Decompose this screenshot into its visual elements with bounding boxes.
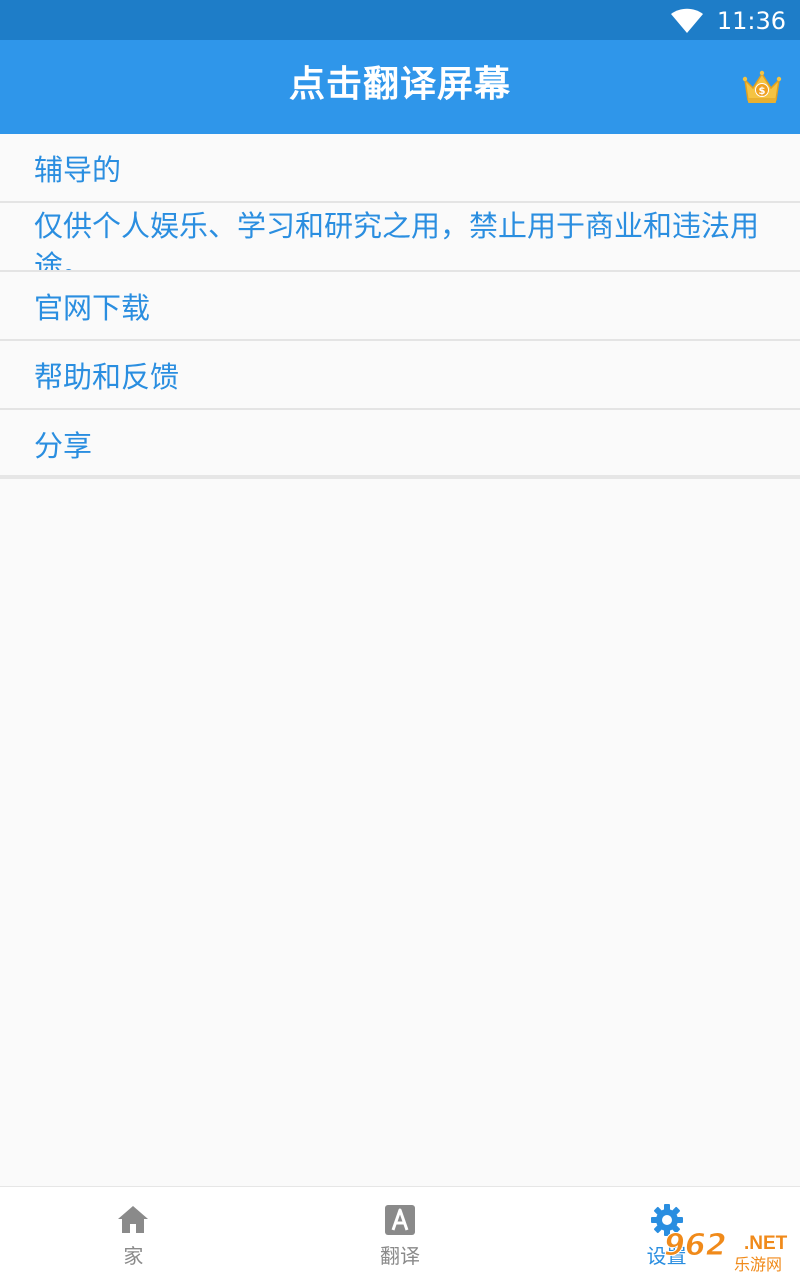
wifi-icon — [671, 8, 703, 33]
watermark-suffix: .NET — [744, 1233, 788, 1254]
status-bar: 11:36 — [0, 0, 800, 40]
vip-button[interactable]: $ — [742, 70, 782, 106]
page-title: 点击翻译屏幕 — [288, 64, 511, 105]
nav-label-translate: 翻译 — [380, 1244, 420, 1268]
status-time: 11:36 — [716, 7, 786, 35]
menu-item-disclaimer[interactable]: 仅供个人娱乐、学习和研究之用，禁止用于商业和违法用途。 — [0, 203, 800, 272]
translate-icon — [385, 1205, 415, 1235]
nav-label-home: 家 — [123, 1244, 144, 1268]
watermark-subtitle: 乐游网 — [734, 1255, 783, 1274]
settings-screen: 11:36 点击翻译屏幕 $ 辅导的 仅供个人娱乐、学习和研究之用，禁止用于商业… — [0, 0, 800, 1280]
watermark-number: 962 — [664, 1228, 728, 1263]
menu-item-label: 仅供个人娱乐、学习和研究之用，禁止用于商业和违法用途。 — [34, 209, 760, 272]
settings-list: 辅导的 仅供个人娱乐、学习和研究之用，禁止用于商业和违法用途。 官网下载 帮助和… — [0, 134, 800, 479]
watermark-logo: 962 .NET 乐游网 — [664, 1228, 794, 1276]
menu-item-official-download[interactable]: 官网下载 — [0, 272, 800, 341]
menu-item-label: 官网下载 — [34, 291, 151, 325]
menu-item-label: 帮助和反馈 — [34, 360, 180, 394]
home-icon — [118, 1206, 149, 1233]
nav-item-translate[interactable]: 翻译 — [267, 1187, 534, 1280]
menu-item-help-feedback[interactable]: 帮助和反馈 — [0, 341, 800, 410]
menu-item-tutorial[interactable]: 辅导的 — [0, 134, 800, 203]
menu-item-label: 辅导的 — [34, 153, 122, 187]
app-bar: 点击翻译屏幕 $ — [0, 40, 800, 134]
nav-item-home[interactable]: 家 — [0, 1187, 267, 1280]
menu-item-share[interactable]: 分享 — [0, 410, 800, 479]
svg-text:$: $ — [759, 86, 766, 97]
crown-icon: $ — [742, 70, 782, 103]
menu-item-label: 分享 — [34, 429, 93, 463]
